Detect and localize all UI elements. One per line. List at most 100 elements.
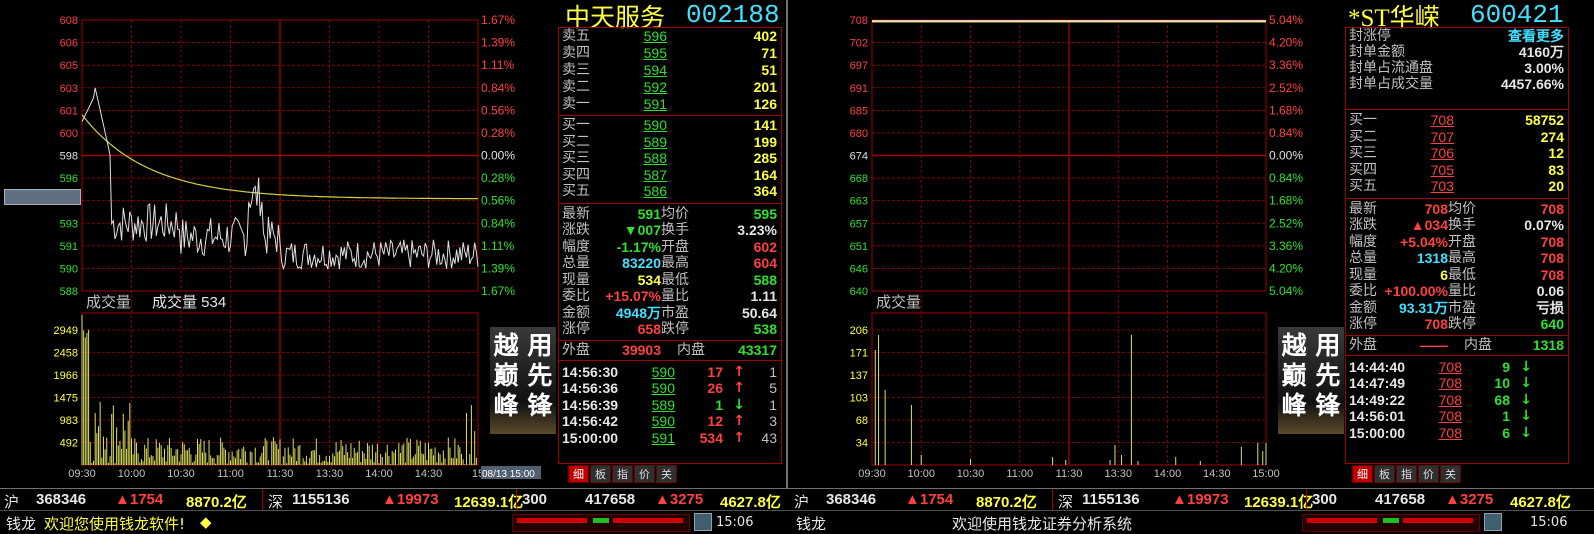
buy-price[interactable]: 708: [1426, 112, 1454, 128]
left-quote-table: 卖五 596 402 卖四 595 71 卖三 594 51 卖二 592 201 卖一 591 126 买一…: [558, 27, 782, 464]
buy-price[interactable]: 703: [1426, 178, 1454, 194]
sell-price[interactable]: 594: [639, 62, 667, 78]
sh-index[interactable]: 368346: [36, 491, 86, 508]
buy-price[interactable]: 587: [639, 167, 667, 183]
sell-volume: 126: [753, 96, 777, 112]
sell-price[interactable]: 591: [639, 96, 667, 112]
price-axis-tick: 596: [60, 173, 78, 185]
tab-price[interactable]: 价: [634, 465, 655, 483]
price-axis-tick: 591: [60, 241, 78, 253]
sz-change[interactable]: ▲19973: [1172, 491, 1229, 508]
tick-price[interactable]: 590: [647, 413, 675, 429]
outer-volume: 39903: [622, 341, 661, 358]
tick-price[interactable]: 708: [1434, 392, 1462, 408]
ticker-divider: [1306, 489, 1307, 511]
buy-price[interactable]: 705: [1426, 162, 1454, 178]
bottom-bar: 钱龙 欢迎您使用钱龙软件! ◆ 15:06 钱龙 欢迎使用钱龙证券分析系统 15…: [0, 510, 1594, 533]
buy-price[interactable]: 589: [639, 134, 667, 150]
sz-amount[interactable]: 12639.1亿: [1244, 491, 1313, 512]
csi300-amount[interactable]: 4627.8亿: [1510, 491, 1571, 512]
tick-price[interactable]: 708: [1434, 359, 1462, 375]
ticker-divider: [516, 489, 517, 511]
sz-index[interactable]: 1155136: [292, 491, 350, 508]
right-intraday-chart[interactable]: 708 5.04% 702 4.20% 697 3.36% 691 2.52% 685 1.68%…: [790, 0, 1350, 488]
sell-price[interactable]: 596: [639, 28, 667, 44]
pct-axis-tick: 1.39%: [481, 261, 515, 275]
sz-index[interactable]: 1155136: [1082, 491, 1140, 508]
stat-label-2: 跌停: [1448, 316, 1476, 332]
buy-price[interactable]: 590: [639, 117, 667, 133]
divider: [559, 115, 781, 116]
tab-related[interactable]: 关: [656, 465, 677, 483]
tab-index[interactable]: 指: [612, 465, 633, 483]
mini-trend-bars-right: [1302, 514, 1480, 532]
tab-detail[interactable]: 细: [568, 465, 589, 483]
csi300-label[interactable]: 300: [522, 491, 547, 508]
sell-level-row: 卖四 595 71: [559, 45, 781, 61]
tab-sector[interactable]: 板: [590, 465, 611, 483]
left-ad-banner[interactable]: 越 用 巅 先 峰 锋: [490, 327, 556, 434]
buy-price[interactable]: 586: [639, 183, 667, 199]
sh-amount[interactable]: 8870.2亿: [976, 491, 1037, 512]
price-axis-tick: 646: [850, 263, 868, 275]
divider: [559, 339, 781, 341]
tab-price[interactable]: 价: [1418, 465, 1439, 483]
sh-change[interactable]: ▲1754: [905, 491, 953, 508]
stat-row: 金额 4948万 市盈 50.64: [559, 305, 781, 321]
csi300-change[interactable]: ▲3275: [655, 491, 703, 508]
stat-row: 幅度 +5.04% 开盘 708: [1346, 234, 1568, 250]
tick-price[interactable]: 590: [647, 380, 675, 396]
sell-price[interactable]: 595: [639, 45, 667, 61]
stat-value-2: 708: [1540, 233, 1564, 250]
tick-price[interactable]: 708: [1434, 408, 1462, 424]
left-intraday-chart[interactable]: 608 1.67% 606 1.39% 605 1.11% 603 0.84% 601 0.56%…: [0, 0, 560, 488]
tick-time: 15:00:00: [1349, 424, 1406, 441]
buy-level-row: 买五 586 364: [559, 183, 781, 199]
sell-price[interactable]: 592: [639, 79, 667, 95]
sh-label[interactable]: 沪: [794, 491, 809, 512]
tab-index[interactable]: 指: [1396, 465, 1417, 483]
divider: [1346, 197, 1568, 199]
tab-detail[interactable]: 细: [1352, 465, 1373, 483]
tab-related[interactable]: 关: [1440, 465, 1461, 483]
tick-price[interactable]: 589: [647, 397, 675, 413]
stat-value: 658: [637, 321, 661, 337]
buy-price[interactable]: 707: [1426, 129, 1454, 145]
buy-price[interactable]: 706: [1426, 145, 1454, 161]
buy-level-label: 买三: [1349, 145, 1377, 161]
sz-label[interactable]: 深: [268, 491, 283, 512]
tick-price[interactable]: 708: [1434, 425, 1462, 441]
pct-axis-tick: 0.84%: [1269, 126, 1303, 140]
sell-level-row: 卖五 596 402: [559, 28, 781, 44]
sz-label[interactable]: 深: [1058, 491, 1073, 512]
tick-price[interactable]: 590: [647, 364, 675, 380]
csi300-change[interactable]: ▲3275: [1445, 491, 1493, 508]
sz-amount[interactable]: 12639.1亿: [454, 491, 523, 512]
user-icon[interactable]: [694, 513, 712, 531]
ticker-divider: [262, 489, 263, 511]
tick-row: 14:56:42 590 12 ↑ 3: [559, 413, 781, 429]
right-ad-banner[interactable]: 越 用 巅 先 峰 锋: [1278, 327, 1344, 434]
pct-axis-tick: 0.84%: [481, 81, 515, 95]
tick-price[interactable]: 591: [647, 430, 675, 446]
buy-volume: 141: [753, 117, 777, 133]
arrow-up-icon: ↑: [733, 413, 745, 429]
sh-amount[interactable]: 8870.2亿: [186, 491, 247, 512]
buy-price[interactable]: 588: [639, 150, 667, 166]
tick-price[interactable]: 708: [1434, 375, 1462, 391]
tab-sector[interactable]: 板: [1374, 465, 1395, 483]
stat-value: 591: [637, 205, 661, 222]
sell-volume: 201: [753, 79, 777, 95]
pct-axis-tick: 4.20%: [1269, 36, 1303, 50]
divider: [1346, 354, 1568, 356]
sh-label[interactable]: 沪: [4, 491, 19, 512]
view-more-link[interactable]: 查看更多: [1454, 28, 1564, 44]
csi300-index[interactable]: 417658: [1375, 491, 1425, 508]
sz-change[interactable]: ▲19973: [382, 491, 439, 508]
csi300-index[interactable]: 417658: [585, 491, 635, 508]
csi300-amount[interactable]: 4627.8亿: [720, 491, 781, 512]
user-icon[interactable]: [1484, 513, 1502, 531]
sh-change[interactable]: ▲1754: [115, 491, 163, 508]
sh-index[interactable]: 368346: [826, 491, 876, 508]
csi300-label[interactable]: 300: [1312, 491, 1337, 508]
